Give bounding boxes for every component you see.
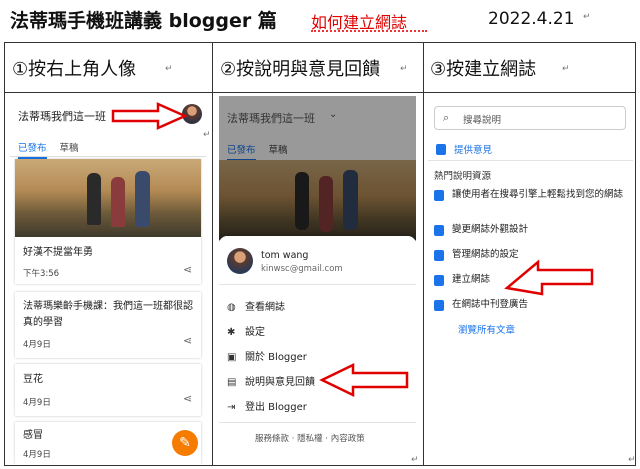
table-divider [4, 92, 636, 93]
menu-help-feedback[interactable]: ▤ 說明與意見回饋 [227, 373, 315, 388]
menu-sign-out[interactable]: ⇥ 登出 Blogger [227, 398, 307, 413]
column-heading-1: ①按右上角人像 [12, 59, 137, 80]
paragraph-mark-icon: ↵ [203, 130, 211, 140]
help-search-input[interactable]: ⌕ 搜尋說明 [434, 106, 626, 130]
paragraph-mark-icon: ↵ [562, 64, 570, 74]
paragraph-mark-icon: ↵ [165, 64, 173, 74]
share-icon[interactable]: ⋖ [183, 334, 192, 347]
help-item-create-blog[interactable]: 建立網誌 [434, 273, 490, 287]
document-icon [434, 275, 444, 286]
post-card[interactable]: 好漢不提當年勇 下午3:56 ⋖ [15, 159, 201, 284]
section-title: 熱門說明資源 [434, 171, 492, 182]
page-date: 2022.4.21 [488, 9, 575, 29]
search-placeholder: 搜尋說明 [463, 115, 502, 126]
post-card[interactable]: 法蒂瑪樂齡手機課：我們這一班都很認真的學習 4月9日 ⋖ [15, 292, 201, 358]
post-title: 法蒂瑪樂齡手機課：我們這一班都很認真的學習 [23, 301, 193, 328]
post-title: 好漢不提當年勇 [23, 247, 93, 258]
paragraph-mark-icon: ↵ [583, 12, 591, 22]
document-icon [434, 225, 444, 236]
browse-all-link[interactable]: 瀏覽所有文章 [458, 322, 515, 336]
user-email: kinwsc@gmail.com [261, 264, 343, 274]
tab-drafts[interactable]: 草稿 [60, 143, 79, 154]
share-icon[interactable]: ⋖ [183, 392, 192, 405]
column-heading-3: ③按建立網誌 [430, 59, 537, 80]
post-card[interactable]: 豆花 4月9日 ⋖ [15, 364, 201, 416]
account-menu-screen: 法蒂瑪我們這一班 ⌄ 已發布 草稿 tom wang kinwsc@gmail.… [219, 96, 416, 464]
footer-links[interactable]: 服務條款 · 隱私權 · 內容政策 [255, 432, 365, 444]
divider [428, 160, 633, 161]
gear-icon: ✱ [227, 327, 236, 338]
globe-icon: ◍ [227, 302, 236, 313]
post-date: 4月9日 [23, 340, 51, 350]
account-sheet: tom wang kinwsc@gmail.com ◍ 查看網誌 ✱ 設定 ▣ 關於 … [219, 236, 416, 464]
menu-about-blogger[interactable]: ▣ 關於 Blogger [227, 348, 307, 363]
feedback-link[interactable]: 提供意見 [436, 142, 492, 156]
post-date: 下午3:56 [23, 269, 60, 279]
blogger-icon: ▣ [227, 352, 237, 363]
paragraph-mark-icon: ↵ [411, 455, 419, 465]
new-post-fab[interactable]: ✎ [172, 430, 198, 456]
share-icon[interactable]: ⋖ [183, 263, 192, 276]
search-icon: ⌕ [443, 111, 450, 124]
table-divider [212, 42, 213, 466]
post-date: 4月9日 [23, 398, 51, 408]
avatar [227, 248, 253, 274]
logout-icon: ⇥ [227, 402, 236, 413]
document-icon [434, 300, 444, 311]
help-item[interactable]: 讓使用者在搜尋引擎上輕鬆找到您的網誌 [434, 188, 624, 202]
help-screen: ⌕ 搜尋說明 提供意見 熱門說明資源 讓使用者在搜尋引擎上輕鬆找到您的網誌 變更… [428, 96, 633, 464]
divider [219, 284, 416, 285]
feedback-icon [436, 144, 446, 155]
post-date: 4月9日 [23, 450, 51, 460]
dimmed-background: 法蒂瑪我們這一班 ⌄ 已發布 草稿 [219, 96, 416, 241]
help-item[interactable]: 在網誌中刊登廣告 [434, 298, 528, 312]
post-title: 感冒 [23, 430, 43, 441]
column-heading-2: ②按說明與意見回饋 [220, 59, 381, 80]
blogger-posts-screen: 法蒂瑪我們這一班 已發布 草稿 好漢不提當年勇 下午3:56 ⋖ 法蒂瑪樂齡手機… [10, 96, 206, 464]
menu-view-blog[interactable]: ◍ 查看網誌 [227, 298, 285, 313]
red-arrow [319, 363, 409, 397]
user-name: tom wang [261, 250, 309, 261]
help-item[interactable]: 變更網誌外觀設計 [434, 223, 528, 237]
post-title: 豆花 [23, 374, 43, 385]
divider [219, 422, 416, 423]
feedback-icon: ▤ [227, 377, 237, 388]
table-divider [423, 42, 424, 466]
spellcheck-underline [311, 30, 427, 32]
paragraph-mark-icon: ↵ [400, 64, 408, 74]
red-arrow [111, 102, 188, 130]
paragraph-mark-icon: ↵ [628, 455, 636, 465]
document-icon [434, 250, 444, 261]
menu-settings[interactable]: ✱ 設定 [227, 323, 265, 338]
blog-name: 法蒂瑪我們這一班 [18, 110, 106, 123]
page-title: 法蒂瑪手機班講義 blogger 篇 [10, 10, 277, 32]
red-arrow [504, 259, 594, 296]
divider [10, 156, 206, 157]
document-icon [434, 190, 444, 201]
post-thumbnail [15, 159, 201, 237]
